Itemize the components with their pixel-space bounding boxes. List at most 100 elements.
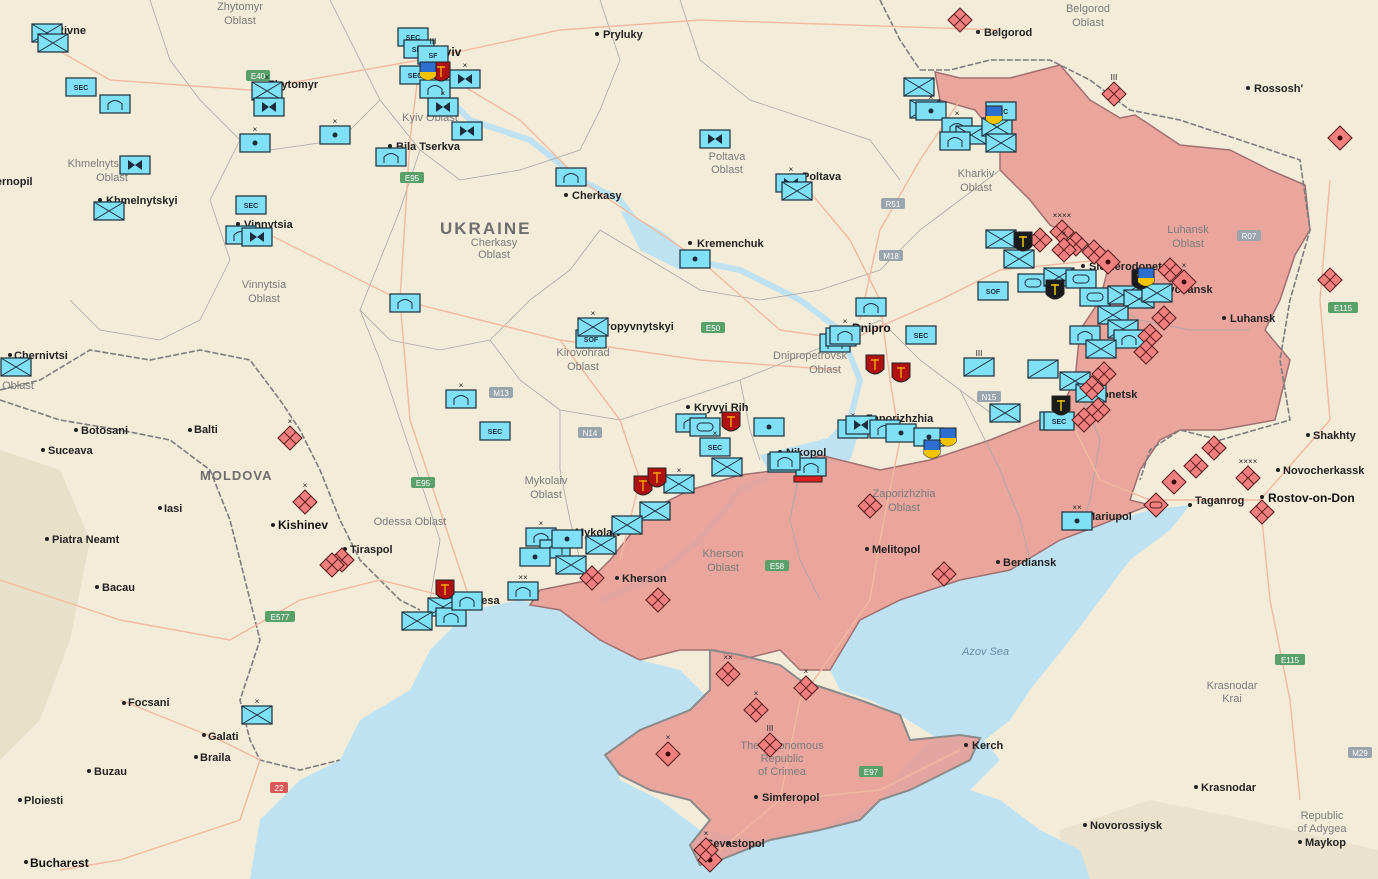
ua-unit-symbol[interactable] [1003,249,1035,269]
city-piatra-neamt[interactable]: Piatra Neamt [45,534,120,546]
city-kremenchuk[interactable]: Kremenchuk [688,238,765,250]
oblast-label: Vinnytsia [242,279,287,291]
city-luhansk[interactable]: Luhansk [1222,313,1276,325]
unit-emblem-icon[interactable] [891,362,911,383]
unit-size: ×××× [1053,211,1072,220]
city-kherson[interactable]: Kherson [615,573,667,585]
city-novorossiysk[interactable]: Novorossiysk [1083,820,1163,832]
ua-unit-symbol[interactable] [753,417,785,437]
ua-unit-symbol[interactable] [419,79,451,99]
city-focsani[interactable]: Focsani [122,697,170,709]
unit-emblem-icon[interactable] [1051,395,1071,416]
ua-unit-symbol[interactable]: SEC [905,325,937,345]
city-maykop[interactable]: Maykop [1298,837,1346,849]
ua-unit-symbol[interactable] [389,293,421,313]
city-braila[interactable]: Braila [194,752,231,764]
unit-size: × [265,73,270,82]
ua-unit-symbol[interactable] [551,529,583,549]
city-kishinev[interactable]: Kishinev [271,518,328,532]
ua-unit-symbol[interactable] [1027,359,1059,379]
ua-unit-symbol[interactable] [435,607,467,627]
unit-emblem-icon[interactable] [865,354,885,375]
oblast-label: Oblast [224,15,256,27]
ua-unit-symbol[interactable] [519,547,551,567]
ua-unit-symbol[interactable] [37,33,69,53]
ua-unit-symbol[interactable] [855,297,887,317]
ua-unit-symbol[interactable] [781,181,813,201]
city-galati[interactable]: Galati [202,731,239,743]
city-pryluky[interactable]: Pryluky [595,29,644,41]
road-shield-label: E115 [1281,656,1300,665]
ua-unit-symbol[interactable]: SEC [65,77,97,97]
ua-unit-symbol[interactable] [1113,329,1145,349]
ua-emblem-icon[interactable] [419,61,437,81]
unit-emblem-icon[interactable] [1013,231,1033,252]
ua-unit-symbol[interactable] [555,555,587,575]
ua-emblem-icon[interactable] [939,427,957,447]
map-canvas[interactable]: UKRAINE MOLDOVA Azov Sea Zhytomyr Oblast… [0,0,1378,879]
unit-emblem-icon[interactable] [647,467,667,488]
oblast-label: Oblast [888,502,920,514]
unit-emblem-icon[interactable] [1045,279,1065,300]
ua-unit-symbol[interactable] [401,611,433,631]
ua-unit-symbol[interactable] [119,155,151,175]
ua-unit-symbol[interactable]: SEC [235,195,267,215]
ua-unit-symbol[interactable] [451,121,483,141]
city-suceava[interactable]: Suceava [41,445,94,457]
city-belgorod[interactable]: Belgorod [976,27,1032,39]
ua-unit-symbol[interactable]: SEC [479,421,511,441]
ua-unit-symbol[interactable] [885,423,917,443]
ua-unit-symbol[interactable] [1079,287,1111,307]
ua-emblem-icon[interactable] [923,439,941,459]
ua-unit-symbol[interactable] [989,403,1021,423]
ua-unit-symbol[interactable] [939,131,971,151]
city-bucharest[interactable]: Bucharest [24,856,89,870]
map-svg[interactable]: UKRAINE MOLDOVA Azov Sea Zhytomyr Oblast… [0,0,1378,879]
ua-unit-symbol[interactable] [375,147,407,167]
city-botosani[interactable]: Botosani [74,425,128,437]
city-novocherkassk[interactable]: Novocherkassk [1276,465,1365,477]
city-simferopol[interactable]: Simferopol [754,792,819,804]
ua-unit-symbol[interactable] [451,591,483,611]
unit-emblem-icon[interactable] [435,579,455,600]
city-rossosh[interactable]: Rossosh' [1246,83,1303,95]
unit-size: × [804,667,809,676]
ua-unit-symbol[interactable] [253,97,285,117]
city-taganrog[interactable]: Taganrog [1188,495,1244,507]
unit-size: III [1111,73,1118,82]
ua-unit-symbol[interactable] [679,249,711,269]
svg-text:Poltava: Poltava [802,171,842,183]
ua-unit-symbol[interactable] [93,201,125,221]
ua-unit-symbol[interactable] [611,515,643,535]
ua-unit-symbol[interactable] [1085,339,1117,359]
city-tiraspol[interactable]: Tiraspol [343,544,393,556]
ua-unit-symbol[interactable] [639,501,671,521]
city-shakhty[interactable]: Shakhty [1306,430,1357,442]
unit-size: III [767,724,774,733]
city-cherkasy[interactable]: Cherkasy [564,190,622,202]
svg-text:Suceava: Suceava [48,445,94,457]
unit-size: ×××× [1239,457,1258,466]
oblast-label: Krai [1222,693,1242,705]
svg-text:Luhansk: Luhansk [1230,313,1276,325]
ua-unit-symbol[interactable] [0,357,32,377]
ua-emblem-icon[interactable] [985,105,1003,125]
road-shield-label: E97 [864,768,879,777]
city-berdiansk[interactable]: Berdiansk [996,557,1057,569]
city-melitopol[interactable]: Melitopol [865,544,920,556]
ua-unit-symbol[interactable] [699,129,731,149]
unit-emblem-icon[interactable] [721,411,741,432]
city-krasnodar[interactable]: Krasnodar [1194,782,1257,794]
ua-emblem-icon[interactable] [1137,267,1155,287]
city-ternopil[interactable]: Ternopil [0,176,33,188]
city-ploiesti[interactable]: Ploiesti [18,795,63,807]
ua-unit-symbol[interactable] [99,94,131,114]
ua-unit-symbol[interactable] [985,229,1017,249]
ua-unit-symbol[interactable] [711,457,743,477]
ua-unit-symbol[interactable] [769,451,801,471]
city-rostov[interactable]: Rostov-on-Don [1260,491,1355,505]
ua-unit-symbol[interactable] [1065,269,1097,289]
ua-unit-symbol[interactable] [985,133,1017,153]
ua-unit-symbol[interactable]: SOF [977,281,1009,301]
ua-unit-symbol[interactable] [555,167,587,187]
